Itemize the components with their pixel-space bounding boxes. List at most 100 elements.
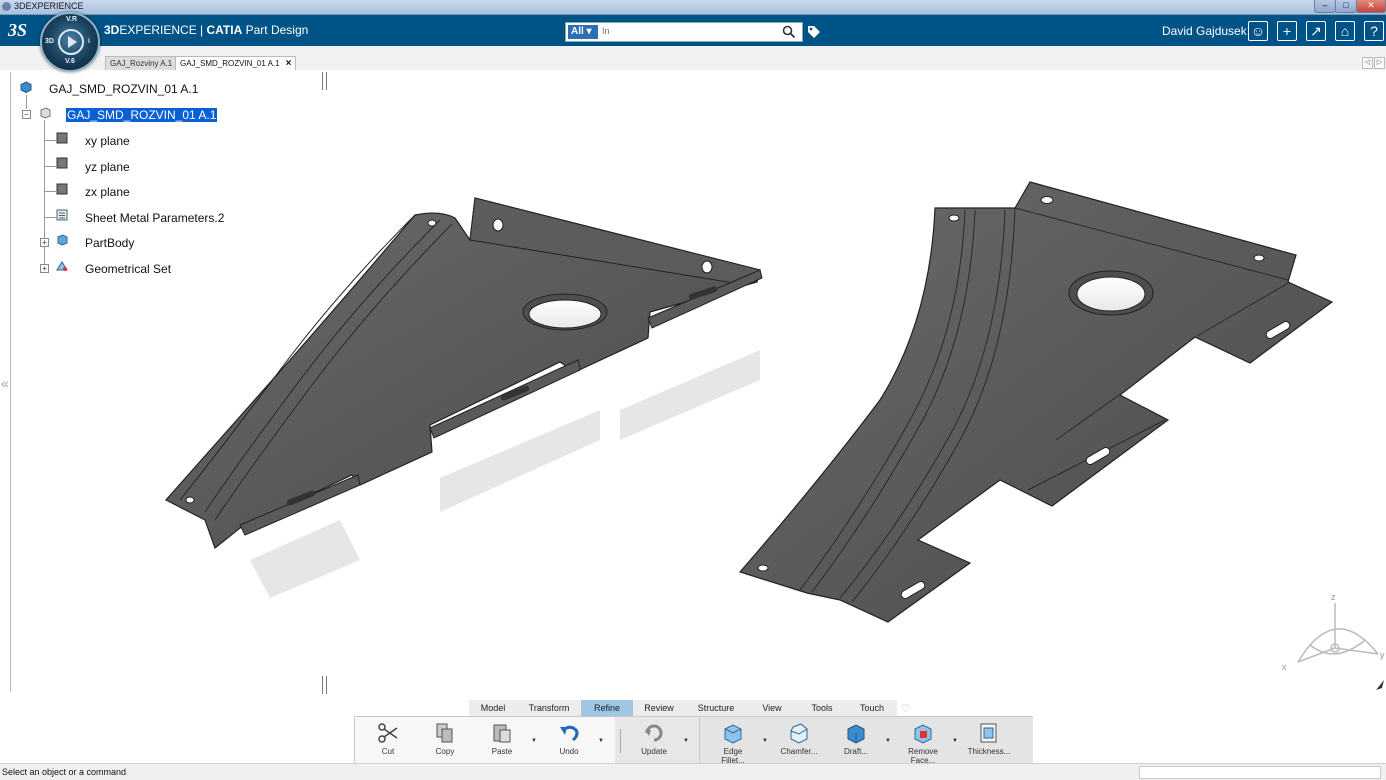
- copy-button[interactable]: Copy: [423, 719, 467, 756]
- tree-item-yz-plane[interactable]: yz plane: [85, 160, 130, 174]
- app-brand: 3DEXPERIENCE | CATIA Part Design: [104, 23, 308, 37]
- edge-fillet-icon: [724, 724, 742, 744]
- tree-connector: [44, 166, 56, 167]
- compass-x-label: x: [1282, 662, 1287, 672]
- tab-gaj-rozviny[interactable]: GAJ_Rozviny A.1: [105, 56, 178, 70]
- user-icon[interactable]: ☺: [1248, 21, 1268, 41]
- tree-root-label[interactable]: GAJ_SMD_ROZVIN_01 A.1: [49, 82, 198, 96]
- compass-quadrant-bottom[interactable]: V.6: [65, 58, 75, 65]
- tree-item-sheet-metal-parameters[interactable]: Sheet Metal Parameters.2: [85, 211, 224, 225]
- tree-part-label[interactable]: GAJ_SMD_ROZVIN_01 A.1: [66, 108, 218, 122]
- part-icon[interactable]: [39, 107, 51, 119]
- plus-icon[interactable]: +: [1277, 21, 1297, 41]
- draft-label: Draft...: [843, 747, 868, 756]
- plane-icon[interactable]: [56, 183, 68, 195]
- search-input[interactable]: [602, 24, 772, 38]
- tree-connector: [44, 217, 56, 218]
- geometrical-set-icon[interactable]: [56, 260, 68, 272]
- view-compass[interactable]: z x y: [1282, 592, 1385, 672]
- pin-icon[interactable]: ♡: [901, 702, 911, 715]
- tag-icon[interactable]: [806, 24, 822, 40]
- compass-quadrant-right[interactable]: i: [88, 38, 90, 45]
- share-icon[interactable]: ↗: [1306, 21, 1326, 41]
- tab-scroll-left-icon[interactable]: ◁: [1362, 57, 1373, 69]
- expand-geometrical-set-icon[interactable]: +: [40, 264, 49, 273]
- tab-structure[interactable]: Structure: [685, 700, 748, 716]
- update-label: Update: [641, 747, 667, 756]
- paste-button[interactable]: Paste: [480, 719, 524, 756]
- tree-connector: [26, 95, 27, 109]
- ds-logo-icon[interactable]: 3S: [8, 20, 27, 41]
- paste-dropdown-icon[interactable]: ▼: [531, 738, 537, 744]
- collapse-part-icon[interactable]: −: [22, 110, 31, 119]
- tree-connector: [44, 140, 56, 141]
- compass-quadrant-left[interactable]: 3D: [45, 38, 54, 45]
- compass-icon[interactable]: V.R 3D i V.6: [40, 12, 100, 72]
- tree-connector: [44, 191, 56, 192]
- minimize-button[interactable]: –: [1314, 0, 1336, 13]
- tree-item-xy-plane[interactable]: xy plane: [85, 134, 130, 148]
- search-scope-dropdown[interactable]: All ▾: [568, 25, 598, 39]
- tree-item-partbody[interactable]: PartBody: [85, 236, 134, 250]
- tab-model[interactable]: Model: [469, 700, 518, 716]
- tree-item-zx-plane[interactable]: zx plane: [85, 185, 130, 199]
- tab-gaj-smd-rozvin[interactable]: GAJ_SMD_ROZVIN_01 A.1 ×: [175, 56, 297, 70]
- tree-splitter-bottom[interactable]: [322, 676, 327, 694]
- tab-transform[interactable]: Transform: [517, 700, 582, 716]
- tab-tools[interactable]: Tools: [797, 700, 848, 716]
- tab-scroll-right-icon[interactable]: ▷: [1374, 57, 1385, 69]
- 3d-viewer[interactable]: z x y: [0, 70, 1386, 762]
- search-box[interactable]: All ▾: [565, 22, 803, 42]
- update-button[interactable]: Update: [632, 719, 676, 756]
- draft-dropdown-icon[interactable]: ▼: [885, 738, 891, 744]
- resize-corner-icon[interactable]: [1376, 680, 1384, 690]
- update-icon: [645, 724, 663, 742]
- edge-fillet-button[interactable]: Edge Fillet...: [711, 719, 755, 765]
- flat-pattern-part[interactable]: [738, 181, 1334, 623]
- maximize-button[interactable]: □: [1335, 0, 1357, 13]
- remove-face-dropdown-icon[interactable]: ▼: [952, 738, 958, 744]
- app-icon: [2, 2, 11, 11]
- thickness-button[interactable]: Thickness...: [967, 719, 1011, 756]
- partbody-icon[interactable]: [56, 234, 68, 246]
- home-icon[interactable]: ⌂: [1335, 21, 1355, 41]
- draft-button[interactable]: Draft...: [834, 719, 878, 756]
- app-header: 3S 3DEXPERIENCE | CATIA Part Design All …: [0, 15, 1386, 46]
- undo-button[interactable]: Undo: [547, 719, 591, 756]
- cut-button[interactable]: Cut: [366, 719, 410, 756]
- selected-part-label[interactable]: GAJ_SMD_ROZVIN_01 A.1: [66, 108, 218, 122]
- tree-item-geometrical-set[interactable]: Geometrical Set: [85, 262, 171, 276]
- tab-touch[interactable]: Touch: [847, 700, 898, 716]
- help-icon[interactable]: ?: [1364, 21, 1384, 41]
- product-icon[interactable]: [20, 81, 32, 93]
- chamfer-button[interactable]: Chamfer...: [777, 719, 821, 756]
- tab-view[interactable]: View: [747, 700, 798, 716]
- cut-label: Cut: [381, 747, 395, 756]
- close-tab-icon[interactable]: ×: [286, 58, 292, 69]
- command-input[interactable]: [1139, 766, 1381, 779]
- compass-quadrant-top[interactable]: V.R: [66, 16, 77, 23]
- status-message: Select an object or a command: [2, 767, 127, 777]
- edge-fillet-dropdown-icon[interactable]: ▼: [762, 738, 768, 744]
- tree-splitter-top[interactable]: [322, 72, 327, 90]
- chamfer-icon: [790, 723, 808, 744]
- copy-icon: [436, 723, 453, 743]
- document-tab-strip: GAJ_Rozviny A.1 GAJ_SMD_ROZVIN_01 A.1 ×: [0, 46, 1386, 70]
- play-icon[interactable]: [58, 29, 84, 55]
- update-dropdown-icon[interactable]: ▼: [683, 738, 689, 744]
- search-icon[interactable]: [782, 25, 796, 39]
- tab-refine[interactable]: Refine: [581, 700, 634, 716]
- expand-partbody-icon[interactable]: +: [40, 238, 49, 247]
- chamfer-label: Chamfer...: [780, 747, 818, 756]
- plane-icon[interactable]: [56, 132, 68, 144]
- panel-border: [10, 72, 11, 692]
- plane-icon[interactable]: [56, 157, 68, 169]
- close-window-button[interactable]: ✕: [1356, 0, 1386, 13]
- collapse-panel-icon[interactable]: «: [1, 375, 9, 391]
- undo-dropdown-icon[interactable]: ▼: [598, 738, 604, 744]
- remove-face-button[interactable]: Remove Face...: [901, 719, 945, 765]
- parameters-icon[interactable]: [56, 209, 68, 221]
- tab-review[interactable]: Review: [633, 700, 686, 716]
- brand-rest: EXPERIENCE |: [119, 23, 207, 37]
- user-name[interactable]: David Gajdusek: [1162, 24, 1247, 38]
